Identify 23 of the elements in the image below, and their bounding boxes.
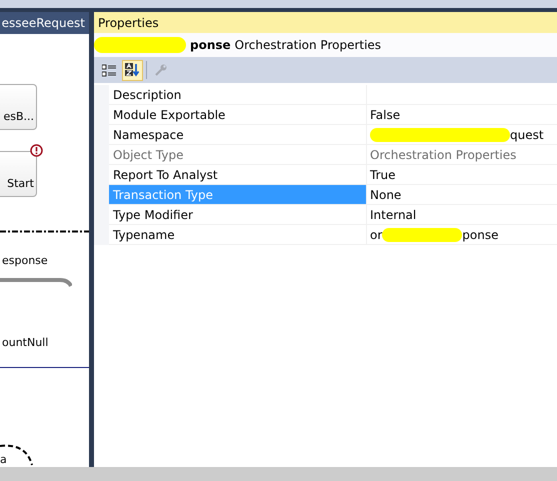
property-value: Internal — [370, 208, 416, 222]
panel-title: Properties — [94, 12, 557, 33]
workflow-shape[interactable]: Start — [0, 151, 37, 197]
wrench-icon — [154, 64, 167, 76]
categorized-icon — [102, 64, 116, 76]
designer-tab-title[interactable]: esseeRequest — [0, 12, 89, 34]
workflow-shape[interactable]: esB... — [0, 84, 37, 130]
dashed-shape-outline — [0, 443, 34, 467]
shape-label: a — [0, 453, 7, 466]
shape-label: ountNull — [2, 336, 48, 349]
property-value: None — [370, 188, 402, 202]
object-name: ponse — [190, 38, 231, 52]
property-value: or — [370, 228, 382, 242]
property-value: quest — [510, 128, 544, 142]
connector-line — [0, 276, 72, 288]
sort-az-icon — [125, 63, 140, 77]
property-value: Orchestration Properties — [370, 148, 516, 162]
object-type: Orchestration Properties — [234, 38, 382, 52]
alphabetical-button[interactable] — [122, 60, 143, 80]
property-value: True — [370, 168, 396, 182]
property-value: ponse — [462, 228, 498, 242]
shape-label: esponse — [2, 254, 48, 267]
property-value: False — [370, 108, 400, 122]
